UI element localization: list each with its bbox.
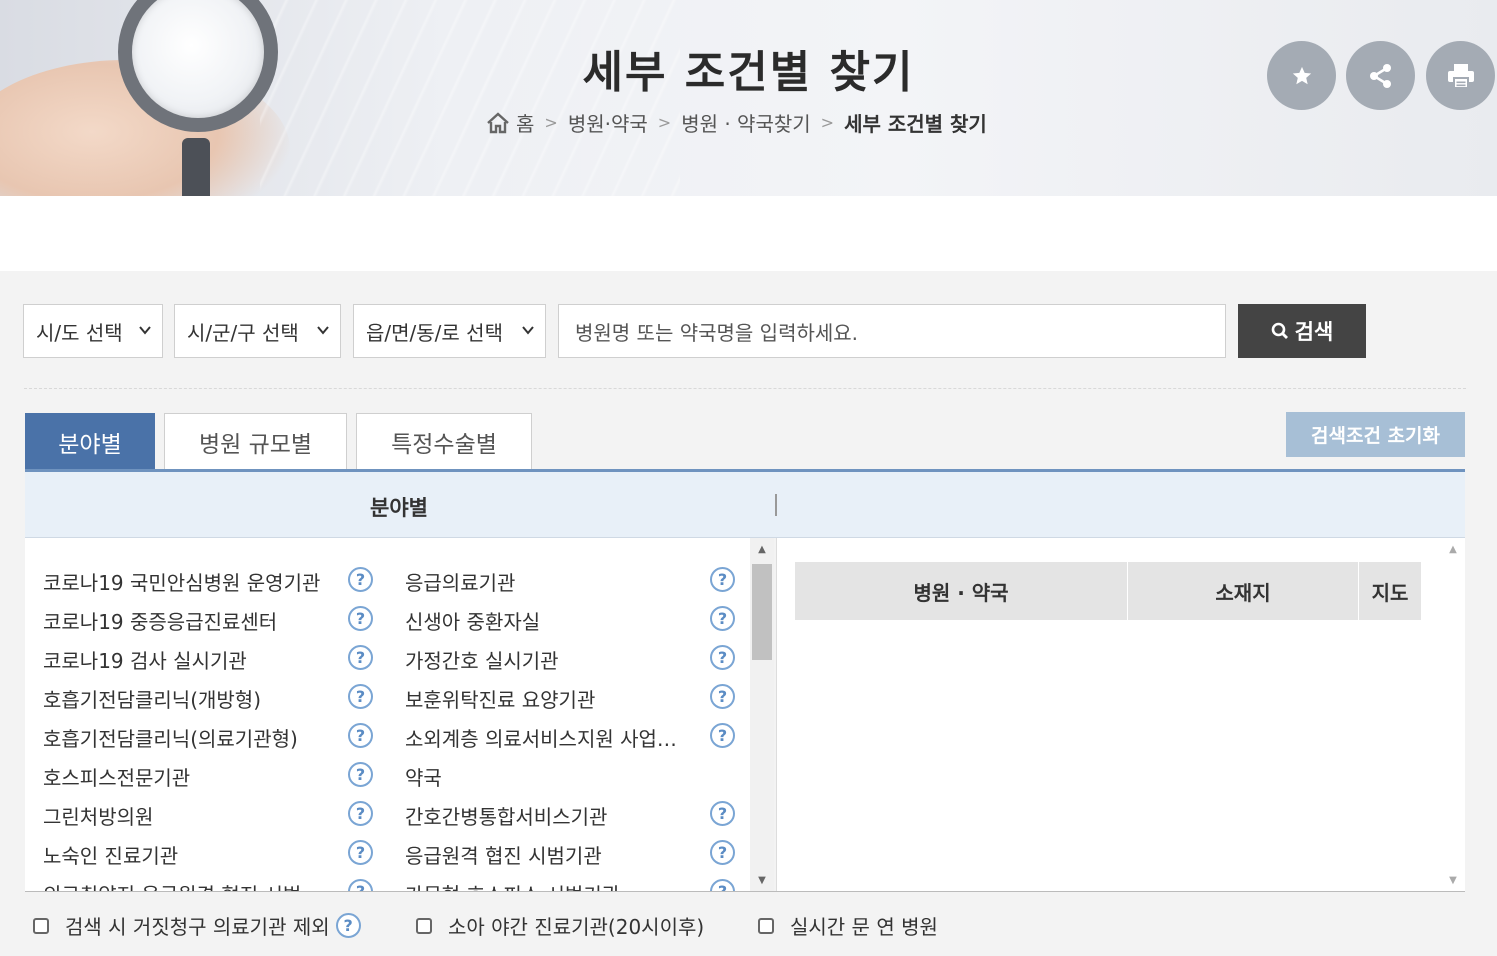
help-icon[interactable]: ?: [348, 645, 373, 670]
reset-button[interactable]: 검색조건 초기화: [1286, 412, 1465, 457]
help-icon[interactable]: ?: [335, 913, 361, 938]
column-map: 지도: [1359, 562, 1421, 620]
breadcrumb: 홈 > 병원·약국 > 병원 · 약국찾기 > 세부 조건별 찾기: [486, 108, 987, 137]
list-item[interactable]: 코로나19 국민안심병원 운영기관: [43, 567, 320, 596]
list-item[interactable]: 약국: [405, 762, 442, 791]
magnifier-handle: [182, 138, 210, 196]
list-item[interactable]: 코로나19 검사 실시기관: [43, 645, 247, 674]
category-scrollbar[interactable]: ▲ ▼: [750, 538, 774, 891]
breadcrumb-hospital-pharmacy[interactable]: 병원·약국: [568, 108, 648, 137]
help-icon[interactable]: ?: [348, 840, 373, 865]
list-item[interactable]: 보훈위탁진료 요양기관: [405, 684, 595, 713]
help-icon[interactable]: ?: [348, 723, 373, 748]
panel-header-label: 분야별: [370, 496, 428, 520]
help-icon[interactable]: ?: [710, 801, 735, 826]
divider: [25, 891, 1465, 892]
tab-surgery[interactable]: 특정수술별: [356, 413, 532, 470]
filter-label: 실시간 문 연 병원: [790, 915, 938, 939]
results-scrollbar[interactable]: ▲ ▼: [1441, 538, 1465, 891]
print-button[interactable]: [1426, 41, 1495, 110]
chevron-down-icon: [139, 326, 151, 335]
help-icon[interactable]: ?: [348, 762, 373, 787]
list-item[interactable]: 호흡기전담클리닉(개방형): [43, 684, 261, 713]
checkbox[interactable]: [416, 917, 432, 934]
help-icon[interactable]: ?: [710, 645, 735, 670]
scroll-up-icon[interactable]: ▲: [750, 540, 774, 558]
list-item[interactable]: 의료취약지 응급원격 협진 시범: [43, 879, 301, 891]
list-item[interactable]: 응급의료기관: [405, 567, 515, 596]
tab-hospital-size[interactable]: 병원 규모별: [164, 413, 347, 470]
list-item[interactable]: 호흡기전담클리닉(의료기관형): [43, 723, 298, 752]
list-item[interactable]: 신생아 중환자실: [405, 606, 540, 635]
search-input[interactable]: 병원명 또는 약국명을 입력하세요.: [558, 304, 1226, 358]
list-item[interactable]: 가문형 호스피스 시범기관: [405, 879, 620, 891]
help-icon[interactable]: ?: [348, 879, 373, 891]
share-icon: [1369, 63, 1391, 88]
list-item[interactable]: 간호간병통합서비스기관: [405, 801, 607, 830]
help-icon[interactable]: ?: [710, 879, 735, 891]
sigungu-select[interactable]: 시/군/구 선택: [174, 304, 341, 358]
results-panel: 병원 · 약국 소재지 지도: [776, 538, 1465, 891]
chevron-right-icon: >: [820, 113, 835, 132]
help-icon[interactable]: ?: [710, 606, 735, 631]
emd-select[interactable]: 읍/면/동/로 선택: [353, 304, 546, 358]
divider: [24, 388, 1466, 389]
list-item[interactable]: 노숙인 진료기관: [43, 840, 178, 869]
chevron-right-icon: >: [544, 113, 558, 132]
scroll-down-icon[interactable]: ▼: [1441, 871, 1465, 889]
checkbox[interactable]: [33, 917, 49, 934]
chevron-down-icon: [317, 326, 329, 335]
list-item[interactable]: 그린처방의원: [43, 801, 153, 830]
panel-divider: [775, 494, 777, 516]
emd-select-label: 읍/면/동/로 선택: [366, 320, 503, 345]
search-button-label: 검색: [1294, 320, 1334, 344]
list-item[interactable]: 코로나19 중증응급진료센터: [43, 606, 277, 635]
list-item[interactable]: 가정간호 실시기관: [405, 645, 559, 674]
scroll-down-icon[interactable]: ▼: [750, 871, 774, 889]
breadcrumb-current: 세부 조건별 찾기: [844, 112, 987, 136]
chevron-right-icon: >: [657, 113, 672, 132]
help-icon[interactable]: ?: [348, 567, 373, 592]
filter-label: 검색 시 거짓청구 의료기관 제외: [65, 915, 330, 939]
filter-open-now[interactable]: 실시간 문 연 병원: [758, 911, 938, 940]
help-icon[interactable]: ?: [710, 840, 735, 865]
filter-pediatric-night[interactable]: 소아 야간 진료기관(20시이후): [416, 911, 704, 940]
checkbox[interactable]: [758, 917, 774, 934]
breadcrumb-find[interactable]: 병원 · 약국찾기: [681, 108, 810, 137]
header-banner: 세부 조건별 찾기 홈 > 병원·약국 > 병원 · 약국찾기 > 세부 조건별…: [0, 0, 1497, 196]
star-icon: [1292, 66, 1311, 84]
print-icon: [1447, 63, 1474, 89]
filter-exclude-false-claims[interactable]: 검색 시 거짓청구 의료기관 제외 ?: [33, 911, 361, 940]
sido-select[interactable]: 시/도 선택: [23, 304, 163, 358]
search-icon: [1271, 322, 1288, 339]
column-location: 소재지: [1128, 562, 1358, 620]
list-item[interactable]: 응급원격 협진 시범기관: [405, 840, 602, 869]
search-button[interactable]: 검색: [1238, 304, 1366, 358]
chevron-down-icon: [522, 326, 534, 335]
share-button[interactable]: [1346, 41, 1415, 110]
list-item[interactable]: 호스피스전문기관: [43, 762, 190, 791]
favorite-button[interactable]: [1267, 41, 1336, 110]
tab-field[interactable]: 분야별: [25, 413, 155, 470]
help-icon[interactable]: ?: [710, 723, 735, 748]
help-icon[interactable]: ?: [348, 801, 373, 826]
help-icon[interactable]: ?: [348, 606, 373, 631]
help-icon[interactable]: ?: [710, 684, 735, 709]
column-hospital-pharmacy: 병원 · 약국: [795, 562, 1127, 620]
scroll-up-icon[interactable]: ▲: [1441, 540, 1465, 558]
sigungu-select-label: 시/군/구 선택: [187, 320, 299, 345]
list-item[interactable]: 소외계층 의료서비스지원 사업…: [405, 723, 695, 752]
sido-select-label: 시/도 선택: [36, 320, 123, 345]
category-list: 코로나19 국민안심병원 운영기관 ? 응급의료기관 ? 코로나19 중증응급진…: [25, 538, 750, 891]
help-icon[interactable]: ?: [348, 684, 373, 709]
scroll-thumb[interactable]: [752, 564, 772, 660]
panel-header: 분야별: [25, 472, 1465, 538]
help-icon[interactable]: ?: [710, 567, 735, 592]
home-icon[interactable]: [486, 111, 510, 134]
search-area: 시/도 선택 시/군/구 선택 읍/면/동/로 선택 병원명 또는 약국명을 입…: [0, 271, 1497, 956]
breadcrumb-home[interactable]: 홈: [516, 108, 534, 137]
filter-label: 소아 야간 진료기관(20시이후): [448, 915, 705, 939]
